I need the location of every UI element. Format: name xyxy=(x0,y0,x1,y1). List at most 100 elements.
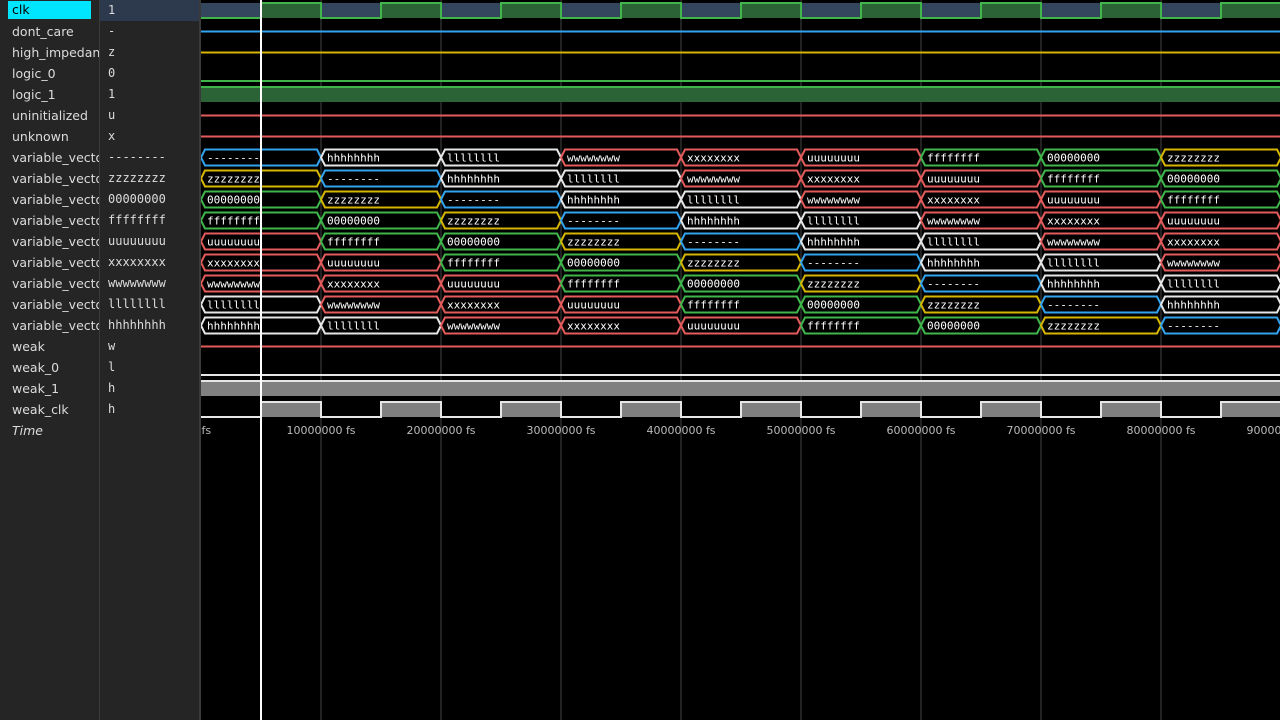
signal-value: wwwwwwww xyxy=(108,276,166,290)
vector-segment-label: zzzzzzzz xyxy=(1047,320,1100,333)
vector-segment-label: hhhhhhhh xyxy=(327,152,380,165)
vector-segment-label: wwwwwwww xyxy=(687,173,740,186)
signal-name-variable-vector[interactable]: variable_vector xyxy=(0,294,99,315)
signal-name-variable-vector[interactable]: variable_vector xyxy=(0,189,99,210)
vector-segment-label: zzzzzzzz xyxy=(1167,152,1220,165)
signal-name-clk[interactable]: clk xyxy=(8,1,91,19)
vector-segment-label: -------- xyxy=(807,257,860,270)
signal-value: z xyxy=(108,45,116,59)
vector-segment-label: zzzzzzzz xyxy=(687,257,740,270)
signal-value: 0 xyxy=(108,66,116,80)
signal-name-weak-clk[interactable]: weak_clk xyxy=(0,399,99,420)
vector-segment-label: ffffffff xyxy=(207,215,260,228)
signal-name-variable-vector[interactable]: variable_vector xyxy=(0,252,99,273)
vector-segment-label: wwwwwwww xyxy=(1047,236,1100,249)
vector-segment-label: wwwwwwww xyxy=(807,194,860,207)
vector-segment-label: wwwwwwww xyxy=(1167,257,1220,270)
clk-fill xyxy=(1101,3,1161,18)
time-tick-label: 50000000 fs xyxy=(766,424,835,437)
vector-segment-label: -------- xyxy=(447,194,500,207)
vector-segment-label: 00000000 xyxy=(1167,173,1220,186)
signal-name-weak[interactable]: weak xyxy=(0,336,99,357)
clk-fill xyxy=(921,3,981,18)
vector-segment-label: llllllll xyxy=(327,320,380,333)
vector-segment-label: uuuuuuuu xyxy=(207,236,260,249)
signal-name-logic-1[interactable]: logic_1 xyxy=(0,84,99,105)
vector-segment-label: hhhhhhhh xyxy=(1047,278,1100,291)
time-tick-label: 70000000 fs xyxy=(1006,424,1075,437)
signal-name-high-impedance[interactable]: high_impedance xyxy=(0,42,99,63)
signal-value: h xyxy=(108,381,116,395)
vector-segment-label: 00000000 xyxy=(1047,152,1100,165)
signal-name-weak-1[interactable]: weak_1 xyxy=(0,378,99,399)
signal-name-variable-vector[interactable]: variable_vector xyxy=(0,147,99,168)
signal-name-logic-0[interactable]: logic_0 xyxy=(0,63,99,84)
waveform-canvas[interactable]: -------- hhhhhhhh llllllll wwwwwwww xxxxxxxx… xyxy=(201,0,1280,720)
clk-fill xyxy=(681,3,741,18)
vector-segment-label: llllllll xyxy=(207,299,260,312)
clk-fill xyxy=(381,3,441,18)
signal-value: -------- xyxy=(108,150,166,164)
weak-clk-fill xyxy=(381,402,441,417)
signal-name-unknown[interactable]: unknown xyxy=(0,126,99,147)
logic-1-fill xyxy=(201,87,1280,102)
vector-segment-label: hhhhhhhh xyxy=(447,173,500,186)
signal-value: h xyxy=(108,402,116,416)
time-tick-label: 20000000 fs xyxy=(406,424,475,437)
vector-segment-label: uuuuuuuu xyxy=(567,299,620,312)
signal-values-panel: 1 - z 0 1 u x -------- zzzzzzzz 00000000 ffffffff u… xyxy=(100,0,199,720)
weak-clk-fill xyxy=(261,402,321,417)
vector-segment-label: -------- xyxy=(327,173,380,186)
vector-segment-label: ffffffff xyxy=(807,320,860,333)
vector-segment-label: uuuuuuuu xyxy=(807,152,860,165)
time-row-label: Time xyxy=(12,423,43,438)
vector-segment-label: uuuuuuuu xyxy=(447,278,500,291)
vector-segment-label: -------- xyxy=(207,152,260,165)
vector-segment-label: 00000000 xyxy=(927,320,980,333)
signal-name-weak-0[interactable]: weak_0 xyxy=(0,357,99,378)
weak-clk-fill xyxy=(1221,402,1280,417)
vector-segment-label: 00000000 xyxy=(327,215,380,228)
signal-name-variable-vector[interactable]: variable_vector xyxy=(0,273,99,294)
signal-value: 1 xyxy=(100,0,199,21)
signal-name-uninitialized[interactable]: uninitialized xyxy=(0,105,99,126)
vector-segment-label: -------- xyxy=(1047,299,1100,312)
vector-segment-label: wwwwwwww xyxy=(327,299,380,312)
vector-segment-label: 00000000 xyxy=(687,278,740,291)
vector-segment-label: zzzzzzzz xyxy=(927,299,980,312)
clk-fill xyxy=(201,3,261,18)
vector-segment-label: -------- xyxy=(687,236,740,249)
signal-value: uuuuuuuu xyxy=(108,234,166,248)
signal-value: llllllll xyxy=(108,297,166,311)
vector-segment-label: zzzzzzzz xyxy=(207,173,260,186)
signal-value: l xyxy=(108,360,116,374)
signal-value: x xyxy=(108,129,116,143)
weak-clk-fill xyxy=(1101,402,1161,417)
vector-segment-label: xxxxxxxx xyxy=(1167,236,1220,249)
signal-name-variable-vector[interactable]: variable_vector xyxy=(0,168,99,189)
signal-value: xxxxxxxx xyxy=(108,255,166,269)
signal-name-variable-vector[interactable]: variable_vector xyxy=(0,315,99,336)
signal-name-variable-vector[interactable]: variable_vector xyxy=(0,231,99,252)
vector-segment-label: uuuuuuuu xyxy=(1047,194,1100,207)
vector-segment-label: 00000000 xyxy=(207,194,260,207)
signal-value: w xyxy=(108,339,116,353)
signal-value: 00000000 xyxy=(108,192,166,206)
clk-fill xyxy=(561,3,621,18)
vector-segment-label: xxxxxxxx xyxy=(447,299,500,312)
signal-name-dont-care[interactable]: dont_care xyxy=(0,21,99,42)
vector-segment-label: zzzzzzzz xyxy=(567,236,620,249)
vector-segment-label: -------- xyxy=(927,278,980,291)
clk-fill xyxy=(501,3,561,18)
clk-fill xyxy=(321,3,381,18)
signal-name-variable-vector[interactable]: variable_vector xyxy=(0,210,99,231)
signal-value: hhhhhhhh xyxy=(108,318,166,332)
vector-segment-label: ffffffff xyxy=(327,236,380,249)
time-tick-label: 10000000 fs xyxy=(286,424,355,437)
vector-segment-label: uuuuuuuu xyxy=(927,173,980,186)
vector-segment-label: -------- xyxy=(1167,320,1220,333)
vector-segment-label: wwwwwwww xyxy=(207,278,260,291)
vector-segment-label: uuuuuuuu xyxy=(1167,215,1220,228)
clk-fill xyxy=(441,3,501,18)
vector-segment-label: xxxxxxxx xyxy=(687,152,740,165)
